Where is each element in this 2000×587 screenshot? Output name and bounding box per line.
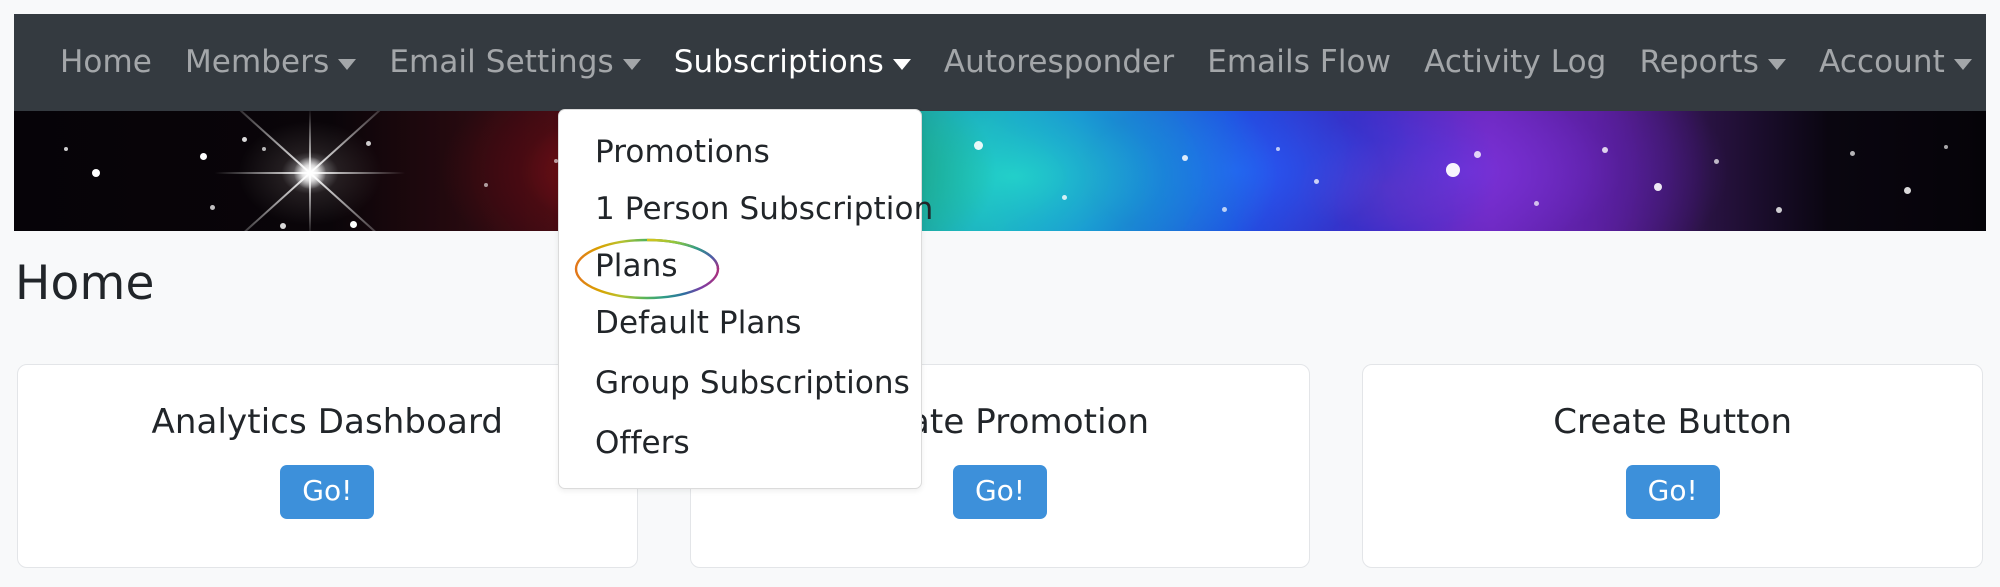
hero-banner-image bbox=[14, 111, 1986, 231]
nav-item-activity-log[interactable]: Activity Log bbox=[1424, 47, 1606, 78]
nav-item-reports[interactable]: Reports bbox=[1639, 44, 1787, 80]
dropdown-item-plans[interactable]: Plans bbox=[559, 238, 921, 295]
chevron-down-icon bbox=[622, 59, 641, 70]
nav-item-subscriptions[interactable]: Subscriptions bbox=[674, 47, 911, 78]
app-page: Home Members Email Settings Subscription… bbox=[0, 0, 2000, 587]
nav-item-home[interactable]: Home bbox=[60, 47, 152, 78]
card-analytics-dashboard: Analytics Dashboard Go! bbox=[17, 364, 638, 568]
chevron-down-icon bbox=[892, 59, 911, 70]
nav-item-label: Members bbox=[184, 44, 330, 80]
nav-item-label: Activity Log bbox=[1424, 44, 1607, 80]
go-button[interactable]: Go! bbox=[1625, 465, 1720, 520]
subscriptions-dropdown-menu: Promotions 1 Person Subscription Plans D… bbox=[558, 109, 933, 489]
nav-item-emails-flow[interactable]: Emails Flow bbox=[1207, 47, 1391, 78]
go-button[interactable]: Go! bbox=[280, 465, 375, 520]
dropdown-item-offers[interactable]: Offers bbox=[559, 415, 921, 472]
nav-item-label: Autoresponder bbox=[943, 44, 1175, 80]
card-grid: Analytics Dashboard Go! Create Promotion… bbox=[17, 364, 1984, 568]
dropdown-item-1-person-subscription[interactable]: 1 Person Subscription bbox=[559, 181, 933, 238]
go-button[interactable]: Go! bbox=[952, 465, 1048, 520]
nav-item-label: Home bbox=[60, 44, 152, 80]
chevron-down-icon bbox=[1953, 59, 1972, 70]
main-navbar: Home Members Email Settings Subscription… bbox=[14, 14, 1986, 111]
nav-item-label: Account bbox=[1819, 44, 1945, 80]
chevron-down-icon bbox=[338, 59, 357, 70]
nav-item-label: Email Settings bbox=[389, 44, 614, 80]
nav-item-label: Reports bbox=[1639, 44, 1760, 80]
dropdown-item-promotions[interactable]: Promotions bbox=[559, 124, 921, 181]
nav-item-autoresponder[interactable]: Autoresponder bbox=[944, 47, 1174, 78]
nav-item-account[interactable]: Account bbox=[1819, 47, 1972, 78]
card-create-button: Create Button Go! bbox=[1362, 364, 1984, 568]
dropdown-item-default-plans[interactable]: Default Plans bbox=[559, 295, 921, 352]
page-title: Home bbox=[15, 256, 155, 311]
nav-item-email-settings[interactable]: Email Settings bbox=[389, 44, 641, 80]
card-title: Analytics Dashboard bbox=[151, 402, 504, 442]
dropdown-item-group-subscriptions[interactable]: Group Subscriptions bbox=[559, 352, 921, 415]
nav-item-label: Emails Flow bbox=[1207, 44, 1392, 80]
nav-item-label: Subscriptions bbox=[673, 44, 884, 80]
card-title: Create Button bbox=[1553, 402, 1793, 442]
nav-item-members[interactable]: Members bbox=[184, 44, 357, 80]
chevron-down-icon bbox=[1768, 59, 1787, 70]
